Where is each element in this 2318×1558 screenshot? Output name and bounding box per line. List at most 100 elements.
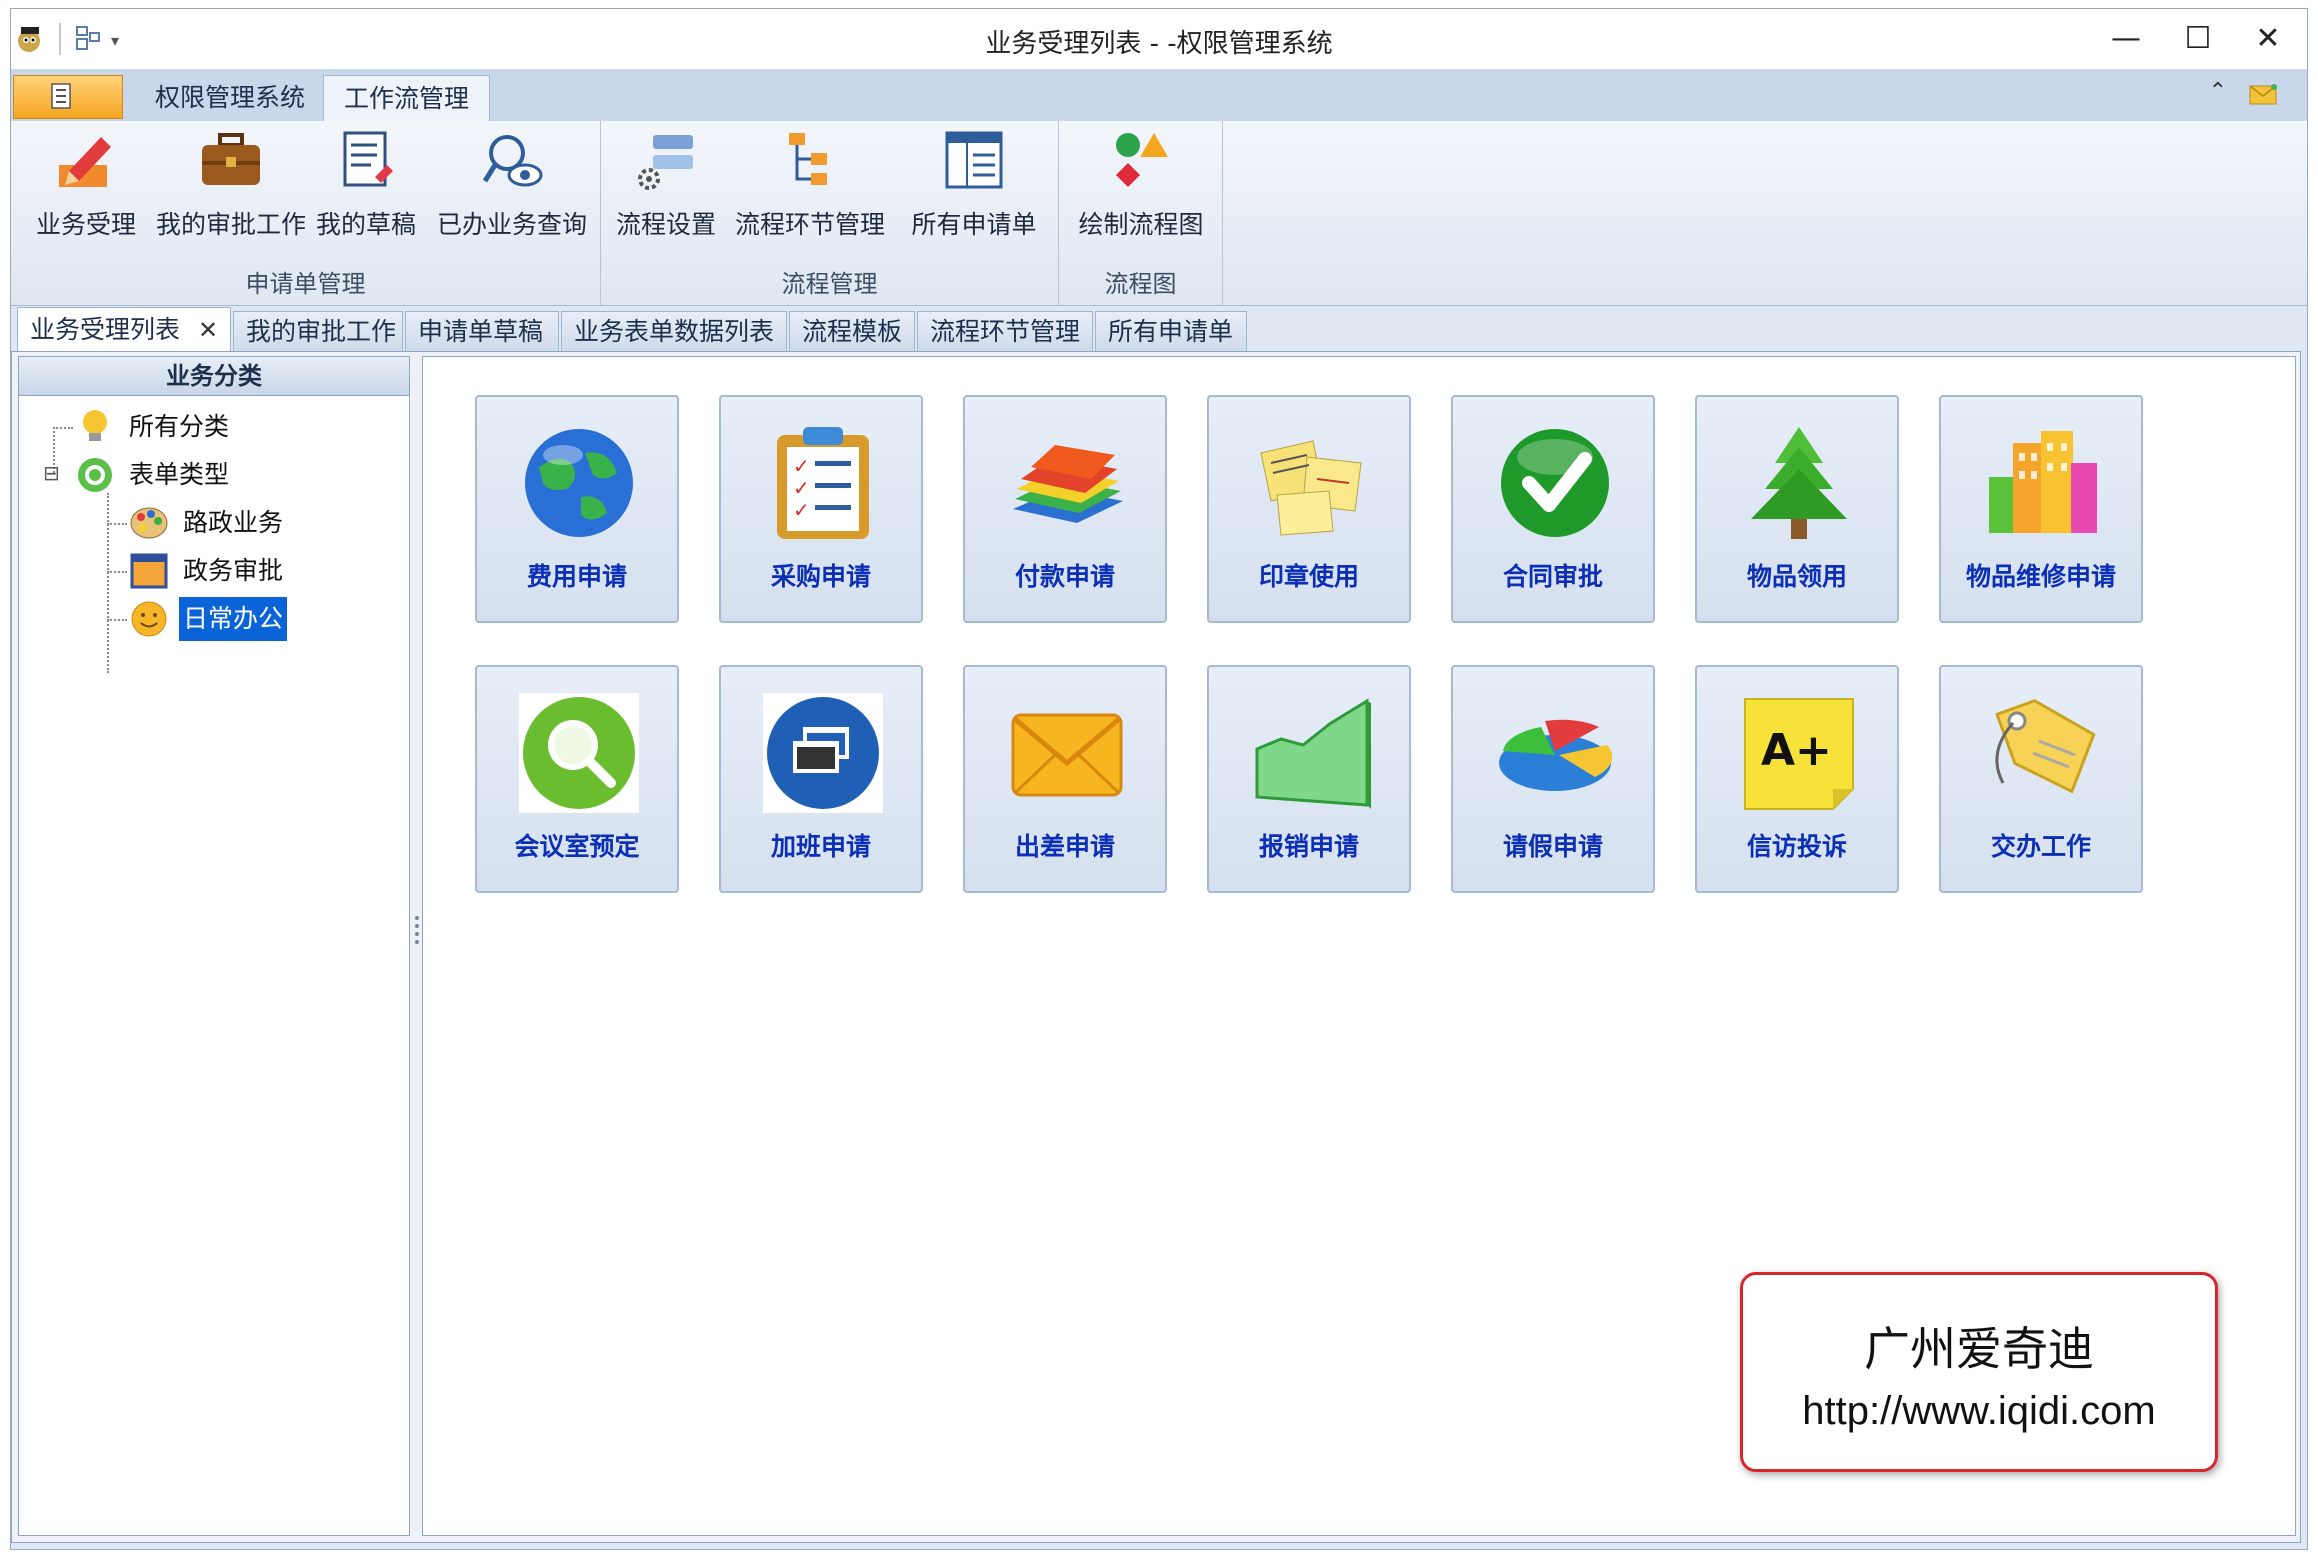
minimize-button[interactable]: — <box>2091 15 2161 63</box>
tree-item-form-types-label: 表单类型 <box>129 460 230 489</box>
edit-pencil-icon <box>59 137 111 187</box>
watermark-company-name: 广州爱奇迪 <box>1864 1322 2094 1376</box>
watermark-url: http://www.iqidi.com <box>1802 1389 2156 1433</box>
svg-text:✓: ✓ <box>793 498 810 522</box>
doc-tab-drafts[interactable]: 申请单草稿 <box>405 311 559 351</box>
svg-text:A+: A+ <box>1761 725 1832 776</box>
doc-tab-all-applications[interactable]: 所有申请单 <box>1095 311 1247 351</box>
tile-assigned-work[interactable]: 交办工作 <box>1939 665 2143 893</box>
list-document-icon <box>945 131 1003 189</box>
tile-overtime[interactable]: 加班申请 <box>719 665 923 893</box>
doc-tab-form-data[interactable]: 业务表单数据列表 <box>561 311 787 351</box>
window-title: 业务受理列表 - -权限管理系统 <box>985 29 1333 59</box>
tree-line <box>107 571 127 573</box>
tile-seal-label: 印章使用 <box>1258 562 1359 591</box>
tile-goods-receive[interactable]: 物品领用 <box>1695 395 1899 623</box>
tile-payment[interactable]: 付款申请 <box>963 395 1167 623</box>
tree-line <box>107 493 109 673</box>
ribbon-panel: 业务受理 我的审批工作 我的草稿 已办业务查询 申请单管理 流程设置 流程环节管… <box>11 121 2307 306</box>
tile-expense[interactable]: 费用申请 <box>475 395 679 623</box>
ribbon-group-label-process: 流程管理 <box>781 270 878 298</box>
magnifier-icon <box>519 693 639 813</box>
pie-chart-icon <box>1499 719 1613 791</box>
tile-goods-repair[interactable]: 物品维修申请 <box>1939 395 2143 623</box>
application-menu-button[interactable] <box>13 75 123 119</box>
svg-text:✓: ✓ <box>793 476 810 500</box>
doc-tab-my-approval[interactable]: 我的审批工作 <box>233 311 403 351</box>
draw-diagram-button[interactable]: 绘制流程图 <box>1069 127 1213 247</box>
ribbon-group-application: 业务受理 我的审批工作 我的草稿 已办业务查询 申请单管理 <box>11 121 601 305</box>
tile-goods-receive-label: 物品领用 <box>1746 562 1847 591</box>
ribbon-group-process: 流程设置 流程环节管理 所有申请单 流程管理 <box>601 121 1059 305</box>
category-tree: ⊟ 所有分类 表单类型 路政业务 政务审批 日常办公 <box>19 397 409 1527</box>
ribbon-tab-workflow[interactable]: 工作流管理 <box>323 75 491 121</box>
maximize-button[interactable]: ☐ <box>2163 15 2233 63</box>
ribbon-tab-permission[interactable]: 权限管理系统 <box>135 75 325 121</box>
business-accept-label: 业务受理 <box>35 210 136 239</box>
tree-line <box>107 619 127 621</box>
doc-tab-business-list[interactable]: 业务受理列表 ✕ <box>17 307 231 351</box>
done-query-button[interactable]: 已办业务查询 <box>427 127 597 247</box>
clipboard-checklist-icon: ✓ ✓ ✓ <box>777 427 869 539</box>
buildings-icon <box>1989 431 2097 533</box>
my-approval-button[interactable]: 我的审批工作 <box>151 127 311 247</box>
tile-contract[interactable]: 合同审批 <box>1451 395 1655 623</box>
draw-diagram-label: 绘制流程图 <box>1078 210 1204 239</box>
smiley-icon <box>131 601 167 637</box>
palette-icon <box>130 507 168 539</box>
tile-contract-label: 合同审批 <box>1502 562 1603 591</box>
checkmark-icon <box>1501 429 1609 537</box>
lightbulb-icon <box>83 410 107 441</box>
collapse-ribbon-icon[interactable]: ⌃ <box>2209 79 2227 104</box>
all-applications-label: 所有申请单 <box>911 210 1037 239</box>
flow-steps-icon <box>789 133 827 185</box>
my-approval-label: 我的审批工作 <box>155 210 306 239</box>
tree-expander-icon[interactable]: ⊟ <box>43 459 60 487</box>
tile-seal[interactable]: 印章使用 <box>1207 395 1411 623</box>
tree-item-road-label: 路政业务 <box>183 508 284 537</box>
document-tab-bar: 业务受理列表 ✕ 我的审批工作 申请单草稿 业务表单数据列表 流程模板 流程环节管… <box>11 307 2307 351</box>
all-applications-button[interactable]: 所有申请单 <box>899 127 1049 247</box>
company-watermark: 广州爱奇迪 http://www.iqidi.com <box>1740 1272 2218 1472</box>
area-chart-icon <box>1255 698 1371 809</box>
splitter-grip-icon <box>415 916 419 944</box>
tree-line <box>107 523 127 525</box>
business-accept-button[interactable]: 业务受理 <box>21 127 151 247</box>
close-tab-icon[interactable]: ✕ <box>198 316 218 344</box>
doc-tab-templates[interactable]: 流程模板 <box>789 311 915 351</box>
my-drafts-button[interactable]: 我的草稿 <box>311 127 421 247</box>
title-bar: ▾ 业务受理列表 - -权限管理系统 — ☐ ✕ <box>11 9 2307 69</box>
close-button[interactable]: ✕ <box>2233 15 2303 63</box>
doc-tab-business-list-label: 业务受理列表 <box>30 315 181 344</box>
doc-tab-flow-steps[interactable]: 流程环节管理 <box>917 311 1093 351</box>
svg-text:✓: ✓ <box>793 454 810 478</box>
tile-business-trip[interactable]: 出差申请 <box>963 665 1167 893</box>
tile-leave[interactable]: 请假申请 <box>1451 665 1655 893</box>
flow-settings-button[interactable]: 流程设置 <box>611 127 721 247</box>
tile-meeting-room[interactable]: 会议室预定 <box>475 665 679 893</box>
search-eye-icon <box>482 135 543 187</box>
envelope-icon <box>1011 713 1123 797</box>
mail-icon[interactable] <box>2249 83 2279 105</box>
my-drafts-label: 我的草稿 <box>315 210 416 239</box>
tile-overtime-label: 加班申请 <box>770 832 871 861</box>
tile-purchase[interactable]: ✓ ✓ ✓ 采购申请 <box>719 395 923 623</box>
shapes-icon <box>1116 133 1168 187</box>
globe-icon <box>525 429 633 537</box>
flow-steps-label: 流程环节管理 <box>734 210 885 239</box>
panel-splitter[interactable] <box>414 912 420 952</box>
tile-payment-label: 付款申请 <box>1014 562 1115 591</box>
draft-document-icon <box>343 131 393 187</box>
tree-item-government-label: 政务审批 <box>183 556 284 585</box>
flow-steps-button[interactable]: 流程环节管理 <box>725 127 895 247</box>
window-icon <box>130 553 168 589</box>
grade-note-icon: A+ <box>1744 698 1854 810</box>
tile-petition[interactable]: A+ 信访投诉 <box>1695 665 1899 893</box>
category-panel-title: 业务分类 <box>19 357 409 396</box>
tile-reimbursement[interactable]: 报销申请 <box>1207 665 1411 893</box>
tile-expense-label: 费用申请 <box>526 562 627 591</box>
sticky-notes-icon <box>1260 440 1362 536</box>
done-query-label: 已办业务查询 <box>436 210 587 239</box>
tree-item-all-label: 所有分类 <box>129 412 230 441</box>
tile-purchase-label: 采购申请 <box>770 562 871 591</box>
